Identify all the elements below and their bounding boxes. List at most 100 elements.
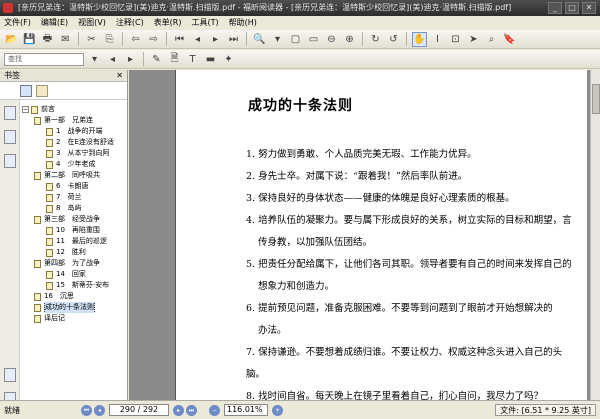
collapse-icon[interactable]: − (22, 106, 29, 113)
print-icon[interactable]: 🖶 (40, 32, 55, 47)
snapshot-icon[interactable]: ⊡ (448, 32, 463, 47)
rule-item: 8. 找时间自省。每天晚上在镜子里看着自己，扪心自问，我尽力了吗？ (246, 386, 576, 400)
minimize-icon[interactable]: _ (548, 2, 562, 14)
next-page-nav-icon[interactable]: ▸ (173, 404, 184, 416)
pages-tab-icon[interactable] (3, 130, 16, 144)
rotate-icon[interactable]: ↻ (368, 32, 383, 47)
bookmark-item[interactable]: 成功的十条法则 (22, 302, 126, 313)
menu-comment[interactable]: 注释(C) (116, 16, 144, 30)
bookmark-item[interactable]: 7 荷兰 (22, 192, 126, 203)
pdf-page: 成功的十条法则 1. 努力做到勇敢、个人品质完美无瑕、工作能力优异。 2. 身先士… (175, 70, 587, 400)
bookmark-icon[interactable]: 🔖 (502, 32, 517, 47)
rule-text: 6. 提前预见问题，准备克服困难。不要等到问题到了眼前才开始想解决的 (246, 303, 553, 314)
vertical-scrollbar[interactable] (590, 70, 600, 400)
last-page-nav-icon[interactable]: ⏭ (186, 404, 197, 416)
menu-file[interactable]: 文件(F) (4, 16, 31, 30)
bookmark-item[interactable]: 第二部 同呼吸共 (22, 170, 126, 181)
zoom-in-nav-icon[interactable]: + (272, 404, 283, 416)
separator (122, 32, 123, 46)
forward-arrow-icon[interactable]: ⇨ (146, 32, 161, 47)
search-dropdown-icon[interactable]: ▾ (87, 52, 102, 67)
bookmark-page-icon (46, 193, 53, 202)
menu-tools[interactable]: 工具(T) (192, 16, 219, 30)
search-next-icon[interactable]: ▸ (123, 52, 138, 67)
bookmark-item[interactable]: 第四部 为了战争 (22, 258, 126, 269)
bookmark-page-icon (46, 204, 53, 213)
separator (166, 32, 167, 46)
rule-text-continued: 传身教，以加强队伍团结。 (258, 237, 373, 248)
bookmark-item[interactable]: 16 沉思 (22, 291, 126, 302)
fit-width-icon[interactable]: ▭ (306, 32, 321, 47)
bookmark-item[interactable]: 8 岛屿 (22, 203, 126, 214)
bookmark-item[interactable]: 11 最后的巡逻 (22, 236, 126, 247)
page-number-input[interactable]: 290 / 292 (109, 404, 169, 416)
maximize-icon[interactable]: □ (565, 2, 579, 14)
bookmark-item[interactable]: 2 在E连没有舒适 (22, 137, 126, 148)
back-arrow-icon[interactable]: ⇦ (128, 32, 143, 47)
title-bar: [亲历兄弟连：温特斯少校回忆录](美)迪克·温特斯.扫描版.pdf - 福昕阅读… (0, 0, 600, 16)
zoom-out-icon[interactable]: ⊖ (324, 32, 339, 47)
bookmark-label: 2 在E连没有舒适 (56, 138, 114, 146)
next-page-icon[interactable]: ▸ (208, 32, 223, 47)
select-text-icon[interactable]: Ⅰ (430, 32, 445, 47)
bookmark-expand-icon[interactable] (20, 84, 32, 97)
pointer-icon[interactable]: ➤ (466, 32, 481, 47)
last-page-icon[interactable]: ⏭ (226, 32, 241, 47)
zoom-in-icon[interactable]: ⊕ (342, 32, 357, 47)
panel-close-icon[interactable]: ✕ (116, 70, 123, 82)
zoom-dropdown-icon[interactable]: ▾ (270, 32, 285, 47)
prev-page-icon[interactable]: ◂ (190, 32, 205, 47)
toolbar-secondary: 查找 ▾ ◂ ▸ ✎ 🗎 T ▬ ✦ (0, 50, 600, 69)
bookmark-page-icon (46, 248, 53, 257)
bookmark-delete-icon[interactable] (36, 84, 48, 97)
open-folder-icon[interactable]: 📂 (4, 32, 19, 47)
bookmark-item[interactable]: 10 再陷重围 (22, 225, 126, 236)
stamp-icon[interactable]: ✦ (221, 52, 236, 67)
bookmark-page-icon (46, 270, 53, 279)
bookmark-item[interactable]: 4 少年老成 (22, 159, 126, 170)
bookmark-item[interactable]: 译后记 (22, 313, 126, 324)
comments-tab-icon[interactable] (3, 368, 16, 382)
bookmark-item[interactable]: 12 胜利 (22, 247, 126, 258)
search-prev-icon[interactable]: ◂ (105, 52, 120, 67)
annotation-icon[interactable]: ✎ (149, 52, 164, 67)
hand-tool-icon[interactable]: ✋ (412, 31, 427, 47)
bookmark-item[interactable]: − 前言 (22, 104, 126, 115)
bookmark-label: 成功的十条法则 (44, 302, 95, 313)
bookmark-item[interactable]: 6 卡朗唐 (22, 181, 126, 192)
bookmark-item[interactable]: 1 战争的开端 (22, 126, 126, 137)
bookmarks-tab-icon[interactable] (3, 106, 16, 120)
note-icon[interactable]: 🗎 (167, 52, 182, 67)
menu-help[interactable]: 帮助(H) (229, 16, 257, 30)
scroll-thumb[interactable] (592, 84, 600, 114)
typewriter-icon[interactable]: T (185, 52, 200, 67)
rotate-left-icon[interactable]: ↺ (386, 32, 401, 47)
menu-edit[interactable]: 编辑(E) (41, 16, 68, 30)
bookmark-item[interactable]: 第一部 兄弟连 (22, 115, 126, 126)
first-page-nav-icon[interactable]: ⏮ (81, 404, 92, 416)
fit-page-icon[interactable]: ▢ (288, 32, 303, 47)
highlight-icon[interactable]: ▬ (203, 52, 218, 67)
copy-icon[interactable]: ⎘ (102, 32, 117, 47)
bookmark-item[interactable]: 14 回家 (22, 269, 126, 280)
close-icon[interactable]: ✕ (582, 2, 596, 14)
search-input[interactable]: 查找 (4, 52, 84, 66)
layers-tab-icon[interactable] (3, 154, 16, 168)
prev-page-nav-icon[interactable]: ◂ (94, 404, 105, 416)
save-icon[interactable]: 💾 (22, 32, 37, 47)
first-page-icon[interactable]: ⏮ (172, 32, 187, 47)
bookmark-item[interactable]: 3 从本宁到向阿 (22, 148, 126, 159)
bookmark-item[interactable]: 15 斯蒂芬·安布 (22, 280, 126, 291)
zoom-out-nav-icon[interactable]: − (209, 404, 220, 416)
zoom-level-input[interactable]: 116.01% (224, 404, 268, 416)
menu-view[interactable]: 视图(V) (78, 16, 106, 30)
cut-icon[interactable]: ✂ (84, 32, 99, 47)
bookmark-label: 8 岛屿 (56, 204, 82, 212)
bookmark-label: 7 荷兰 (56, 193, 82, 201)
email-icon[interactable]: ✉ (58, 32, 73, 47)
zoom-icon[interactable]: 🔍 (252, 32, 267, 47)
bookmark-item[interactable]: 第三部 经受战争 (22, 214, 126, 225)
binoculars-icon[interactable]: ⌕ (484, 32, 499, 47)
menu-form[interactable]: 表单(R) (154, 16, 182, 30)
page-title: 成功的十条法则 (248, 98, 353, 114)
